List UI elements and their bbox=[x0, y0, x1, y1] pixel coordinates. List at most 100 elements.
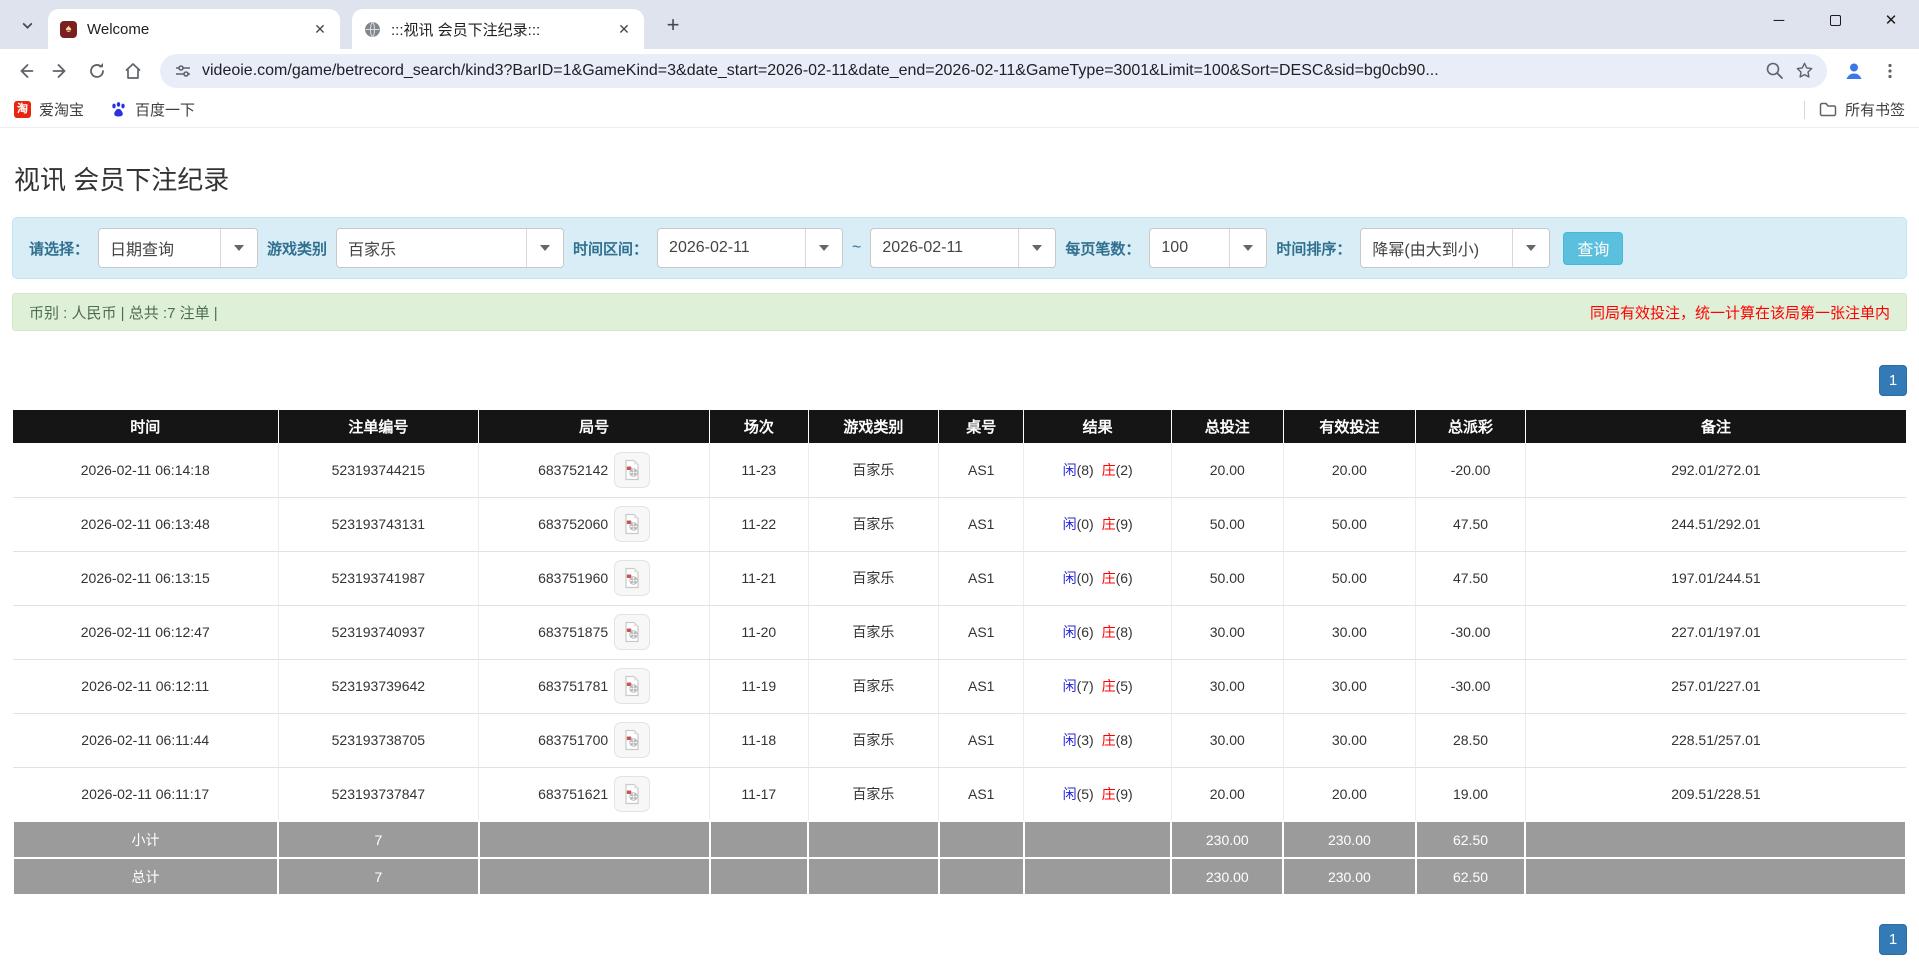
cell-session: 11-22 bbox=[709, 497, 809, 552]
date-start-select[interactable]: 2026-02-11 bbox=[657, 228, 844, 268]
close-tab-icon[interactable]: ✕ bbox=[310, 19, 330, 39]
banker-score: (9) bbox=[1115, 785, 1133, 802]
welcome-favicon-icon: ♠ bbox=[60, 20, 77, 38]
video-replay-button[interactable] bbox=[614, 722, 651, 758]
home-button[interactable] bbox=[116, 54, 150, 88]
video-replay-button[interactable] bbox=[614, 614, 651, 650]
subtotal-total-bet: 230.00 bbox=[1170, 820, 1285, 859]
dropdown-arrow-icon[interactable] bbox=[1229, 229, 1267, 267]
bookmark-taobao[interactable]: 淘 爱淘宝 bbox=[14, 99, 84, 120]
maximize-button[interactable] bbox=[1807, 0, 1863, 40]
film-icon bbox=[625, 459, 639, 480]
cell-payout: -20.00 bbox=[1415, 443, 1526, 498]
player-score: (5) bbox=[1076, 785, 1094, 802]
page-1-button[interactable]: 1 bbox=[1879, 365, 1907, 396]
player-score: (0) bbox=[1076, 570, 1094, 586]
query-type-select[interactable]: 日期查询 bbox=[98, 228, 259, 268]
banker-score: (6) bbox=[1115, 570, 1133, 586]
banker-result: 庄 bbox=[1101, 678, 1116, 694]
game-kind-select[interactable]: 百家乐 bbox=[336, 228, 565, 268]
all-bookmarks-button[interactable]: 所有书签 bbox=[1819, 99, 1905, 120]
notice-text: 同局有效投注，统一计算在该局第一张注单内 bbox=[1589, 304, 1890, 322]
bookmark-baidu[interactable]: 百度一下 bbox=[110, 99, 195, 120]
cell-total-bet: 50.00 bbox=[1170, 497, 1284, 552]
cell-game: 百家乐 bbox=[807, 497, 939, 552]
new-tab-button[interactable]: + bbox=[658, 10, 688, 40]
close-tab-icon[interactable]: ✕ bbox=[614, 19, 634, 39]
player-score: (6) bbox=[1076, 624, 1094, 640]
video-replay-button[interactable] bbox=[614, 451, 651, 488]
dropdown-arrow-icon[interactable] bbox=[1018, 229, 1056, 267]
tab-welcome[interactable]: ♠ Welcome ✕ bbox=[48, 9, 340, 49]
film-icon bbox=[625, 729, 639, 751]
subtotal-valid-bet: 230.00 bbox=[1282, 820, 1417, 859]
cell-game: 百家乐 bbox=[807, 659, 939, 714]
cell-session: 11-18 bbox=[709, 713, 809, 768]
dropdown-arrow-icon[interactable] bbox=[805, 229, 843, 267]
banker-score: (8) bbox=[1115, 732, 1133, 748]
video-replay-button[interactable] bbox=[614, 668, 651, 704]
cell-total-bet: 30.00 bbox=[1170, 659, 1284, 714]
minimize-button[interactable]: ─ bbox=[1751, 0, 1807, 40]
browser-menu-button[interactable] bbox=[1873, 54, 1907, 88]
close-window-button[interactable]: ✕ bbox=[1863, 0, 1919, 40]
forward-arrow-icon bbox=[52, 63, 66, 78]
video-replay-button[interactable] bbox=[614, 560, 651, 596]
table-row: 2026-02-11 06:14:18 523193744215 6837521… bbox=[13, 443, 1906, 498]
col-result: 结果 bbox=[1023, 410, 1172, 443]
page-1-button[interactable]: 1 bbox=[1879, 924, 1907, 955]
cell-result: 闲(0) 庄(9) bbox=[1023, 497, 1172, 552]
bookmarks-bar: 淘 爱淘宝 百度一下 所有书签 bbox=[0, 92, 1919, 128]
page-size-label: 每页笔数： bbox=[1065, 240, 1141, 258]
film-icon bbox=[625, 675, 639, 697]
bookmark-star-icon[interactable] bbox=[1793, 60, 1815, 82]
query-type-value: 日期查询 bbox=[110, 242, 175, 259]
dropdown-arrow-icon[interactable] bbox=[1512, 229, 1550, 267]
cell-note: 228.51/257.01 bbox=[1524, 713, 1906, 768]
col-note: 备注 bbox=[1524, 410, 1906, 443]
tab-betrecord[interactable]: :::视讯 会员下注纪录::: ✕ bbox=[352, 9, 644, 49]
back-button[interactable] bbox=[8, 54, 42, 88]
sort-label: 时间排序： bbox=[1276, 240, 1352, 258]
video-replay-button[interactable] bbox=[614, 775, 651, 812]
sort-select[interactable]: 降幂(由大到小) bbox=[1360, 228, 1551, 268]
col-payout: 总派彩 bbox=[1415, 410, 1526, 443]
url-bar[interactable]: videoie.com/game/betrecord_search/kind3?… bbox=[160, 53, 1827, 88]
cell-bet-id: 523193738705 bbox=[277, 713, 479, 768]
cell-table-no: AS1 bbox=[938, 713, 1024, 768]
url-text[interactable]: videoie.com/game/betrecord_search/kind3?… bbox=[202, 62, 1753, 80]
search-button[interactable]: 查询 bbox=[1563, 231, 1624, 265]
cell-game: 百家乐 bbox=[807, 767, 939, 822]
cell-total-bet: 30.00 bbox=[1170, 605, 1284, 660]
browser-window: ♠ Welcome ✕ :::视讯 会员下注纪录::: ✕ + ─ ✕ vide… bbox=[0, 0, 1919, 128]
profile-icon bbox=[1846, 63, 1862, 79]
subtotal-count: 7 bbox=[277, 820, 480, 859]
tab-search-button[interactable] bbox=[12, 10, 42, 40]
reload-button[interactable] bbox=[80, 54, 114, 88]
cell-total-bet: 30.00 bbox=[1170, 713, 1284, 768]
cell-table-no: AS1 bbox=[938, 497, 1024, 552]
game-kind-label: 游戏类别 bbox=[267, 240, 328, 258]
cell-valid-bet: 20.00 bbox=[1282, 767, 1416, 822]
forward-button[interactable] bbox=[44, 54, 78, 88]
video-replay-button[interactable] bbox=[614, 506, 651, 542]
round-number: 683751700 bbox=[538, 732, 609, 748]
cell-time: 2026-02-11 06:12:11 bbox=[13, 659, 279, 714]
cell-payout: -30.00 bbox=[1415, 605, 1526, 660]
page-size-value: 100 bbox=[1161, 239, 1189, 256]
pagination-bottom: 1 bbox=[12, 924, 1907, 955]
profile-avatar[interactable] bbox=[1837, 54, 1871, 88]
zoom-icon[interactable] bbox=[1763, 60, 1785, 82]
site-settings-icon[interactable] bbox=[172, 60, 194, 82]
date-end-select[interactable]: 2026-02-11 bbox=[870, 228, 1057, 268]
cell-bet-id: 523193740937 bbox=[277, 605, 479, 660]
player-result: 闲 bbox=[1062, 516, 1077, 532]
col-table-no: 桌号 bbox=[938, 410, 1024, 443]
player-result: 闲 bbox=[1062, 461, 1077, 478]
page-size-select[interactable]: 100 bbox=[1149, 228, 1268, 268]
range-separator: ~ bbox=[852, 239, 862, 256]
dropdown-arrow-icon[interactable] bbox=[526, 229, 564, 267]
dropdown-arrow-icon[interactable] bbox=[220, 229, 258, 267]
round-number: 683751960 bbox=[538, 570, 609, 586]
banker-result: 庄 bbox=[1101, 732, 1116, 748]
